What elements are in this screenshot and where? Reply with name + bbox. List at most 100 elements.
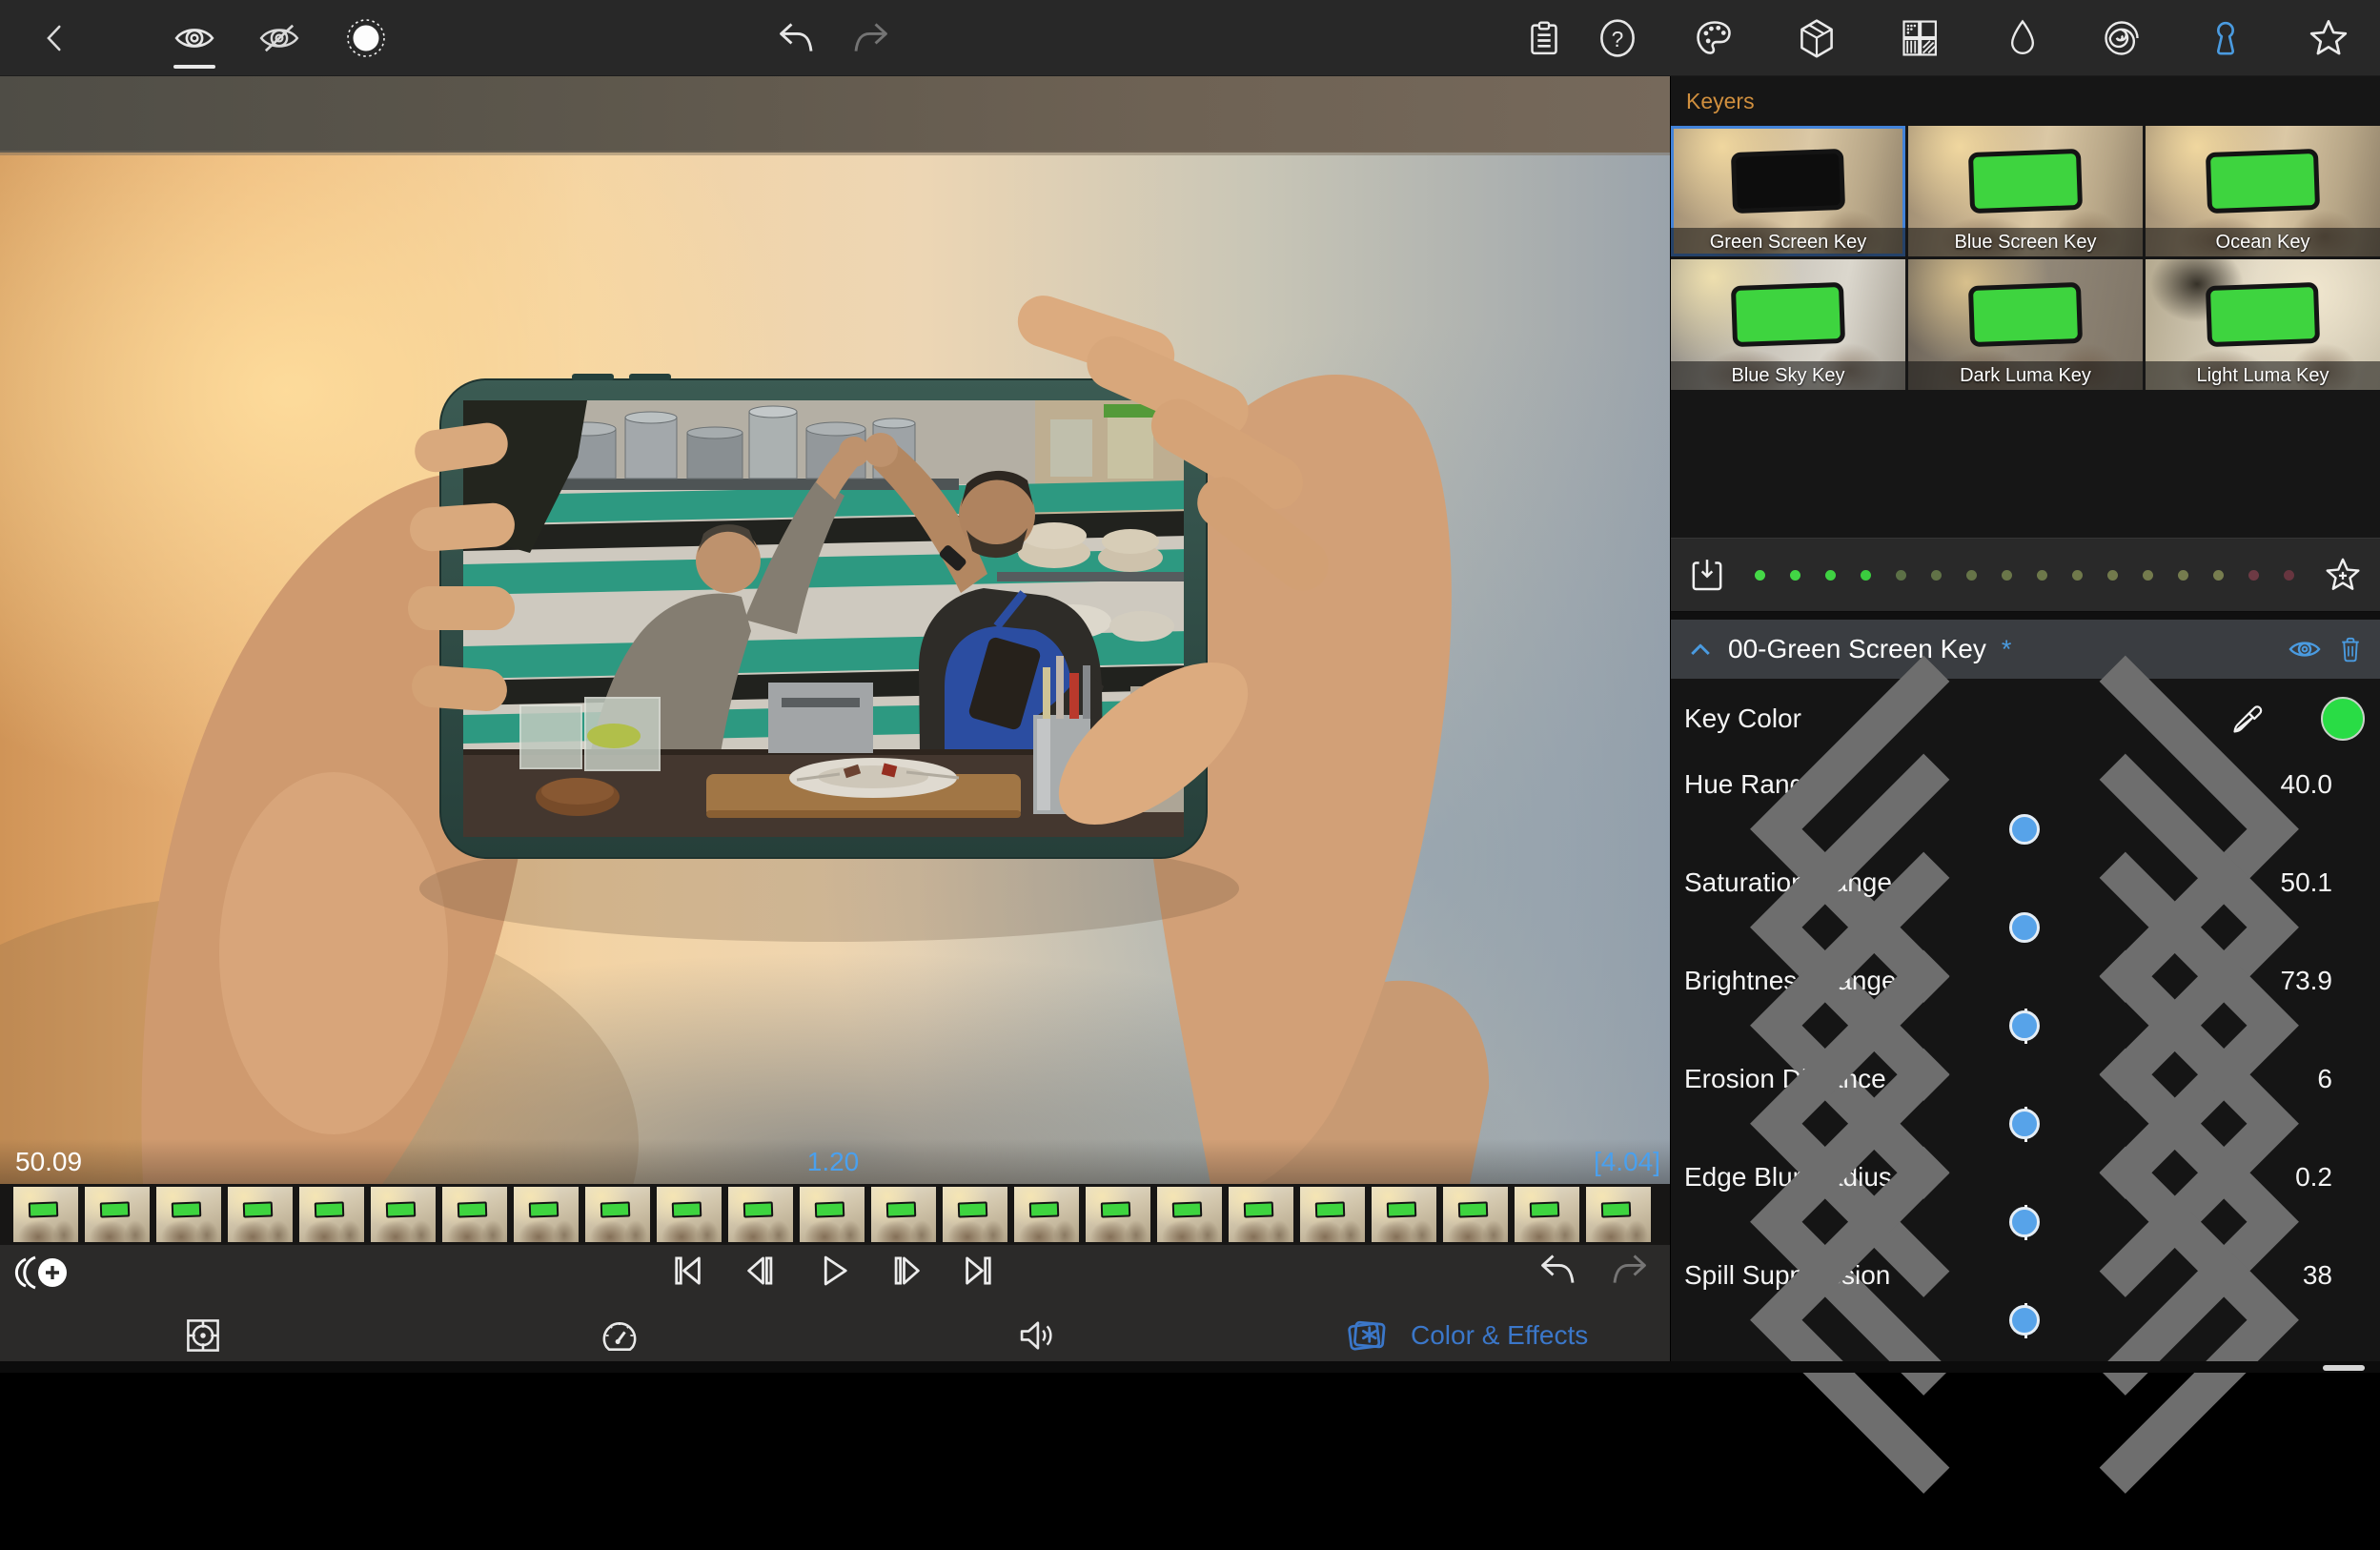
- spiral-icon: [2101, 17, 2143, 59]
- frame-forward-button[interactable]: [885, 1249, 929, 1293]
- preset-label: Green Screen Key: [1671, 228, 1905, 256]
- water-drop-icon: [2004, 16, 2042, 60]
- pager-dot[interactable]: [2072, 570, 2083, 581]
- preset-label: Light Luma Key: [2146, 361, 2380, 390]
- slider-increment-button[interactable]: [2044, 1091, 2365, 1549]
- frame-thumb: [1157, 1187, 1222, 1242]
- timeline-elapsed-time: 50.09: [15, 1139, 82, 1184]
- project-notes-button[interactable]: [1521, 15, 1567, 61]
- pager-dot[interactable]: [2002, 570, 2012, 581]
- slider-thumb[interactable]: [2009, 1109, 2040, 1139]
- add-layer-button[interactable]: [13, 1253, 71, 1293]
- skip-to-start-button[interactable]: [666, 1249, 710, 1293]
- pager-dots: [1726, 570, 2323, 581]
- pager-dot[interactable]: [2037, 570, 2047, 581]
- save-favorite-button[interactable]: [2323, 555, 2363, 595]
- pager-dot[interactable]: [1931, 570, 1942, 581]
- frame-thumb: [371, 1187, 436, 1242]
- 3d-effects-button[interactable]: [1794, 15, 1840, 61]
- pager-dot[interactable]: [1896, 570, 1906, 581]
- color-effects-tab[interactable]: Color & Effects: [1344, 1314, 1588, 1357]
- panel-scroll-indicator[interactable]: [2323, 1365, 2365, 1371]
- hide-preview-button[interactable]: [256, 15, 302, 61]
- preview-canvas[interactable]: 50.09 1.20 [4.04]: [0, 76, 1670, 1184]
- pager-dot[interactable]: [1790, 570, 1800, 581]
- back-button[interactable]: [32, 15, 78, 61]
- filmstrip[interactable]: [0, 1184, 1670, 1245]
- preset-label: Blue Sky Key: [1671, 361, 1905, 390]
- star-add-icon: [2323, 555, 2363, 595]
- distort-effects-button[interactable]: [2099, 15, 2145, 61]
- speed-gauge-icon: [599, 1315, 641, 1356]
- import-download-icon: [1688, 554, 1726, 596]
- pager-dot[interactable]: [2213, 570, 2224, 581]
- star-icon: [2307, 16, 2350, 60]
- slider-thumb[interactable]: [2009, 1207, 2040, 1237]
- pager-dot[interactable]: [2178, 570, 2188, 581]
- slider-thumb[interactable]: [2009, 814, 2040, 845]
- help-icon: ?: [1597, 16, 1638, 60]
- clip-speed-button[interactable]: [598, 1314, 641, 1357]
- phone: [419, 374, 1239, 942]
- preset-ocean-key[interactable]: Ocean Key: [2146, 126, 2380, 256]
- transitions-button[interactable]: [1897, 15, 1943, 61]
- timecode-overlay: 50.09 1.20 [4.04]: [0, 1139, 1670, 1184]
- pager-dot[interactable]: [2248, 570, 2259, 581]
- frame-fit-button[interactable]: [181, 1314, 225, 1357]
- svg-text:?: ?: [1612, 27, 1624, 51]
- top-toolbar: ?: [0, 0, 2380, 76]
- audio-mixer-button[interactable]: [1015, 1314, 1059, 1357]
- slider-thumb[interactable]: [2009, 1010, 2040, 1041]
- active-tab-underline: [173, 65, 215, 69]
- blur-effects-button[interactable]: [2000, 15, 2045, 61]
- help-button[interactable]: ?: [1595, 15, 1640, 61]
- import-preset-button[interactable]: [1688, 554, 1726, 596]
- pager-dot[interactable]: [2143, 570, 2153, 581]
- preset-green-screen-key[interactable]: Green Screen Key: [1671, 126, 1905, 256]
- redo-icon: [850, 19, 892, 57]
- pager-dot[interactable]: [1966, 570, 1977, 581]
- pager-dot[interactable]: [1755, 570, 1765, 581]
- timeline-redo-button[interactable]: [1607, 1249, 1653, 1291]
- color-tools-button[interactable]: [1691, 15, 1737, 61]
- pager-dot[interactable]: [2107, 570, 2118, 581]
- preset-blue-sky-key[interactable]: Blue Sky Key: [1671, 259, 1905, 390]
- play-button[interactable]: [812, 1249, 856, 1293]
- frame-thumb: [442, 1187, 507, 1242]
- spill-suppression-slider-group: Spill Suppression 38: [1682, 1254, 2367, 1344]
- redo-icon: [1609, 1251, 1651, 1289]
- frame-thumb: [1372, 1187, 1436, 1242]
- frame-thumb: [1515, 1187, 1579, 1242]
- skip-to-end-button[interactable]: [956, 1249, 1000, 1293]
- solo-clip-button[interactable]: [343, 15, 389, 61]
- keyers-panel: Keyers Green Screen Key Blue Screen Key …: [1670, 76, 2380, 1361]
- frame-thumb: [1014, 1187, 1079, 1242]
- preset-label: Ocean Key: [2146, 228, 2380, 256]
- preset-thumbnail-phone: [2206, 281, 2320, 346]
- slider-thumb[interactable]: [2009, 1305, 2040, 1336]
- panel-title: Keyers: [1671, 76, 2380, 126]
- show-preview-eye-icon: [173, 22, 216, 54]
- pager-dot[interactable]: [2284, 570, 2294, 581]
- clip-position-time: 1.20: [807, 1139, 860, 1184]
- pager-dot[interactable]: [1861, 570, 1871, 581]
- timeline-undo-button[interactable]: [1535, 1249, 1580, 1291]
- clipboard-icon: [1525, 17, 1563, 59]
- back-icon: [39, 19, 71, 57]
- frame-back-button[interactable]: [738, 1249, 782, 1293]
- play-icon: [814, 1251, 854, 1291]
- keyer-tools-button[interactable]: [2203, 15, 2248, 61]
- undo-button[interactable]: [773, 15, 819, 61]
- slider-thumb[interactable]: [2009, 912, 2040, 943]
- slider-decrement-button[interactable]: [1684, 1091, 2005, 1549]
- frame-thumb: [800, 1187, 865, 1242]
- preset-light-luma-key[interactable]: Light Luma Key: [2146, 259, 2380, 390]
- preset-dark-luma-key[interactable]: Dark Luma Key: [1908, 259, 2143, 390]
- frame-thumb: [1586, 1187, 1651, 1242]
- show-preview-button[interactable]: [172, 15, 217, 61]
- favorites-button[interactable]: [2306, 15, 2351, 61]
- redo-button[interactable]: [848, 15, 894, 61]
- pager-dot[interactable]: [1825, 570, 1836, 581]
- preset-blue-screen-key[interactable]: Blue Screen Key: [1908, 126, 2143, 256]
- video-frame: [0, 76, 1670, 1184]
